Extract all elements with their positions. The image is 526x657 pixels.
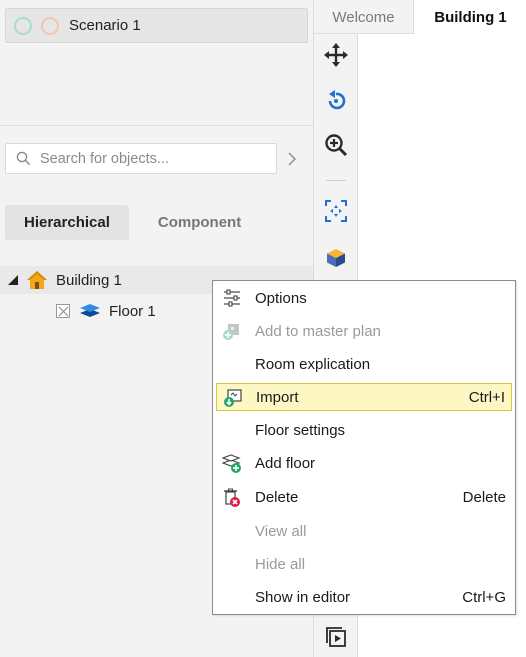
move-icon — [324, 43, 348, 67]
search-icon — [16, 151, 31, 166]
add-floor-icon — [222, 454, 241, 473]
menu-item-shortcut: Delete — [462, 488, 506, 506]
menu-item-label: Import — [256, 388, 299, 406]
menu-item-add-floor[interactable]: Add floor — [216, 449, 512, 477]
menu-item-show-in-editor[interactable]: Show in editor Ctrl+G — [216, 583, 512, 611]
menu-item-shortcut: Ctrl+I — [468, 388, 505, 406]
rotate-icon — [328, 90, 346, 110]
move-tool-button[interactable] — [323, 42, 349, 68]
tab-building[interactable]: Building 1 — [413, 0, 526, 34]
menu-item-label: Delete — [255, 488, 299, 506]
tree-item-label: Building 1 — [56, 271, 122, 289]
fit-extents-button[interactable] — [323, 198, 349, 224]
menu-item-label: Room explication — [255, 355, 371, 373]
scenario-status-icon — [14, 16, 32, 35]
floor-layers-icon — [80, 304, 100, 317]
toolbar-separator — [326, 180, 346, 181]
menu-item-delete[interactable]: Delete Delete — [216, 483, 512, 511]
menu-item-label: Show in editor — [255, 588, 351, 606]
menu-item-import[interactable]: Import Ctrl+I — [216, 383, 512, 411]
presentation-button[interactable] — [323, 624, 349, 650]
menu-item-shortcut: Ctrl+G — [462, 588, 506, 606]
tab-welcome[interactable]: Welcome — [314, 0, 413, 34]
context-menu: Options Add to master plan Room explicat… — [212, 280, 516, 615]
menu-item-hide-all: Hide all — [216, 550, 512, 578]
menu-item-label: Options — [255, 289, 307, 307]
fit-extents-icon — [325, 200, 347, 222]
panel-divider — [0, 125, 313, 126]
menu-item-label: View all — [255, 522, 307, 540]
search-input[interactable] — [40, 150, 260, 167]
menu-item-options[interactable]: Options — [216, 284, 512, 312]
rotate-tool-button[interactable] — [323, 88, 349, 114]
menu-item-floor-settings[interactable]: Floor settings — [216, 416, 512, 444]
expand-triangle-icon[interactable] — [8, 275, 18, 285]
menu-item-label: Add to master plan — [255, 322, 381, 340]
menu-item-add-to-master-plan: Add to master plan — [216, 317, 512, 345]
menu-item-room-explication[interactable]: Room explication — [216, 350, 512, 378]
scenario-selector[interactable]: Scenario 1 — [5, 8, 308, 43]
chevron-right-icon[interactable] — [285, 150, 299, 168]
menu-item-label: Floor settings — [255, 421, 346, 439]
scenario-status-icon — [41, 16, 59, 35]
sliders-icon — [224, 289, 240, 307]
import-icon — [224, 389, 242, 407]
search-box[interactable] — [5, 143, 277, 174]
trash-icon — [224, 488, 240, 507]
add-to-plan-icon — [223, 324, 239, 340]
house-icon — [27, 271, 47, 289]
3d-view-button[interactable] — [323, 245, 349, 271]
tree-item-floor[interactable]: Floor 1 — [56, 298, 156, 324]
document-tab-strip: Welcome Building 1 — [313, 0, 526, 34]
tree-item-label: Floor 1 — [109, 302, 156, 320]
menu-item-label: Add floor — [255, 454, 316, 472]
tab-component[interactable]: Component — [139, 205, 260, 240]
menu-item-label: Hide all — [255, 555, 306, 573]
tab-hierarchical[interactable]: Hierarchical — [5, 205, 129, 240]
zoom-tool-button[interactable] — [323, 132, 349, 158]
zoom-in-icon — [325, 134, 348, 157]
view-tabs: Hierarchical Component — [5, 205, 260, 240]
menu-item-view-all: View all — [216, 517, 512, 545]
visibility-checkbox[interactable] — [56, 304, 70, 318]
play-icon — [326, 627, 346, 647]
scenario-label: Scenario 1 — [69, 17, 141, 34]
cube-icon — [327, 249, 345, 267]
